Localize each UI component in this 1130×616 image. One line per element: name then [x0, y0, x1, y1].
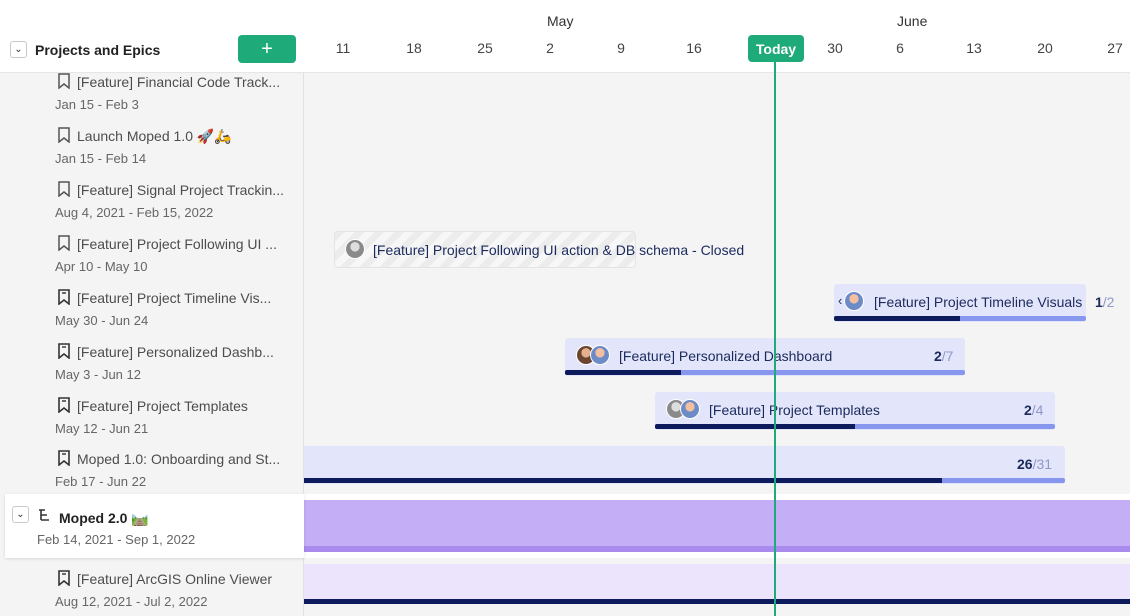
item-name: [Feature] Project Timeline Vis...	[77, 290, 272, 306]
epic-bar-personalized-dashboard[interactable]: [Feature] Personalized Dashboard 2/7	[565, 338, 965, 376]
epic-bar-label: [Feature] Project Templates	[709, 402, 880, 418]
day-label: 30	[827, 40, 843, 56]
epic-progress-count: 1/2	[1095, 294, 1115, 310]
item-name: [Feature] ArcGIS Online Viewer	[77, 571, 273, 587]
day-label: 6	[896, 40, 904, 56]
item-name: [Feature] Financial Code Track...	[77, 74, 281, 90]
sidebar-item[interactable]: [Feature] ArcGIS Online Viewer Aug 12, 2…	[0, 567, 304, 616]
day-label: 11	[335, 40, 351, 56]
day-label: 20	[1037, 40, 1053, 56]
chevron-down-icon[interactable]: ⌄	[12, 506, 29, 523]
epic-bar-arcgis[interactable]	[304, 564, 1130, 604]
day-label: 9	[617, 40, 625, 56]
chevron-down-icon[interactable]: ⌄	[10, 41, 27, 58]
epic-bar-label: [Feature] Project Following UI action & …	[373, 242, 745, 258]
sidebar-header: ⌄ Projects and Epics +	[0, 0, 304, 73]
sidebar-item[interactable]: Moped 1.0: Onboarding and St... Feb 17 -…	[0, 447, 304, 501]
project-tree-icon	[39, 509, 49, 521]
day-label: 13	[966, 40, 982, 56]
chevron-left-icon: ‹	[838, 293, 843, 308]
sidebar-item[interactable]: [Feature] Project Timeline Vis... May 30…	[0, 286, 304, 340]
item-dates: Feb 17 - Jun 22	[55, 474, 147, 489]
sidebar-item[interactable]: [Feature] Financial Code Track... Jan 15…	[0, 70, 304, 124]
item-dates: Apr 10 - May 10	[55, 259, 148, 274]
bookmark-icon	[58, 343, 70, 359]
bookmark-icon	[58, 450, 70, 466]
timeline-panel: May June 11 18 25 2 9 16 30 6 13 20 27 T…	[304, 0, 1130, 616]
item-dates: May 12 - Jun 21	[55, 421, 149, 436]
progress-track	[834, 316, 1086, 321]
item-dates: Aug 4, 2021 - Feb 15, 2022	[55, 205, 214, 220]
item-name: Launch Moped 1.0 🚀🛵	[77, 128, 232, 144]
project-bar-moped-2[interactable]	[304, 494, 1130, 558]
avatar	[590, 345, 610, 365]
day-label: 18	[406, 40, 422, 56]
bookmark-icon	[58, 289, 70, 305]
month-label: June	[897, 13, 928, 29]
item-name: [Feature] Personalized Dashb...	[77, 344, 274, 360]
project-bar-fill	[304, 500, 1130, 552]
item-dates: May 3 - Jun 12	[55, 367, 141, 382]
day-label: 16	[686, 40, 702, 56]
epic-bar-timeline-visuals[interactable]: ‹ [Feature] Project Timeline Visuals 1/2	[834, 284, 1114, 322]
epic-progress-count: 26/31	[1017, 456, 1053, 472]
progress-fill	[565, 370, 681, 375]
sidebar-item[interactable]: [Feature] Project Templates May 12 - Jun…	[0, 394, 304, 448]
epic-progress-count: 2/7	[934, 348, 954, 364]
item-name: Moped 1.0: Onboarding and St...	[77, 451, 281, 467]
item-dates: Jan 15 - Feb 14	[55, 151, 147, 166]
day-label: 25	[477, 40, 493, 56]
today-button[interactable]: Today	[748, 35, 804, 62]
today-marker-line	[774, 62, 776, 616]
epic-bar-project-templates[interactable]: [Feature] Project Templates 2/4	[655, 392, 1055, 430]
avatar	[844, 291, 864, 311]
bookmark-outline-icon	[58, 181, 70, 197]
progress-fill	[304, 478, 942, 483]
sidebar-item[interactable]: [Feature] Signal Project Trackin... Aug …	[0, 178, 304, 232]
sidebar-item[interactable]: [Feature] Personalized Dashb... May 3 - …	[0, 340, 304, 394]
group-dates: Feb 14, 2021 - Sep 1, 2022	[37, 532, 196, 547]
avatar-placeholder	[345, 239, 365, 259]
sidebar-group-moped-2[interactable]: ⌄ Moped 2.0 🛤️ Feb 14, 2021 - Sep 1, 202…	[5, 494, 304, 558]
progress-track	[655, 424, 1055, 429]
epic-bar-label: [Feature] Personalized Dashboard	[619, 348, 833, 364]
progress-track	[304, 478, 1065, 483]
add-button[interactable]: +	[238, 35, 296, 63]
timeline-header: May June 11 18 25 2 9 16 30 6 13 20 27 T…	[304, 0, 1130, 73]
item-dates: Jan 15 - Feb 3	[55, 97, 139, 112]
progress-fill	[834, 316, 960, 321]
epic-progress-count: 2/4	[1024, 402, 1044, 418]
sidebar-item[interactable]: Launch Moped 1.0 🚀🛵 Jan 15 - Feb 14	[0, 124, 304, 178]
day-label: 2	[546, 40, 554, 56]
epic-bar-closed[interactable]: [Feature] Project Following UI action & …	[334, 231, 744, 268]
item-name: [Feature] Signal Project Trackin...	[77, 182, 284, 198]
bookmark-outline-icon	[58, 73, 70, 89]
sidebar-item[interactable]: [Feature] Project Following UI ... Apr 1…	[0, 232, 304, 286]
group-name: Moped 2.0 🛤️	[59, 510, 149, 526]
progress-track	[565, 370, 965, 375]
sidebar: ⌄ Projects and Epics + [Feature] Financi…	[0, 0, 304, 616]
item-dates: Aug 12, 2021 - Jul 2, 2022	[55, 594, 208, 609]
day-label: 27	[1107, 40, 1123, 56]
item-name: [Feature] Project Templates	[77, 398, 248, 414]
bookmark-outline-icon	[58, 127, 70, 143]
roadmap-view: May June 11 18 25 2 9 16 30 6 13 20 27 T…	[0, 0, 1130, 616]
avatar	[680, 399, 700, 419]
bookmark-icon	[58, 570, 70, 586]
progress-fill	[655, 424, 855, 429]
sidebar-title: Projects and Epics	[35, 42, 161, 58]
item-dates: May 30 - Jun 24	[55, 313, 149, 328]
epic-bar-label: [Feature] Project Timeline Visuals	[874, 294, 1083, 310]
item-name: [Feature] Project Following UI ...	[77, 236, 277, 252]
epic-bar-onboarding[interactable]: 26/31	[304, 446, 1065, 484]
month-label: May	[547, 13, 574, 29]
bookmark-outline-icon	[58, 235, 70, 251]
bookmark-icon	[58, 397, 70, 413]
